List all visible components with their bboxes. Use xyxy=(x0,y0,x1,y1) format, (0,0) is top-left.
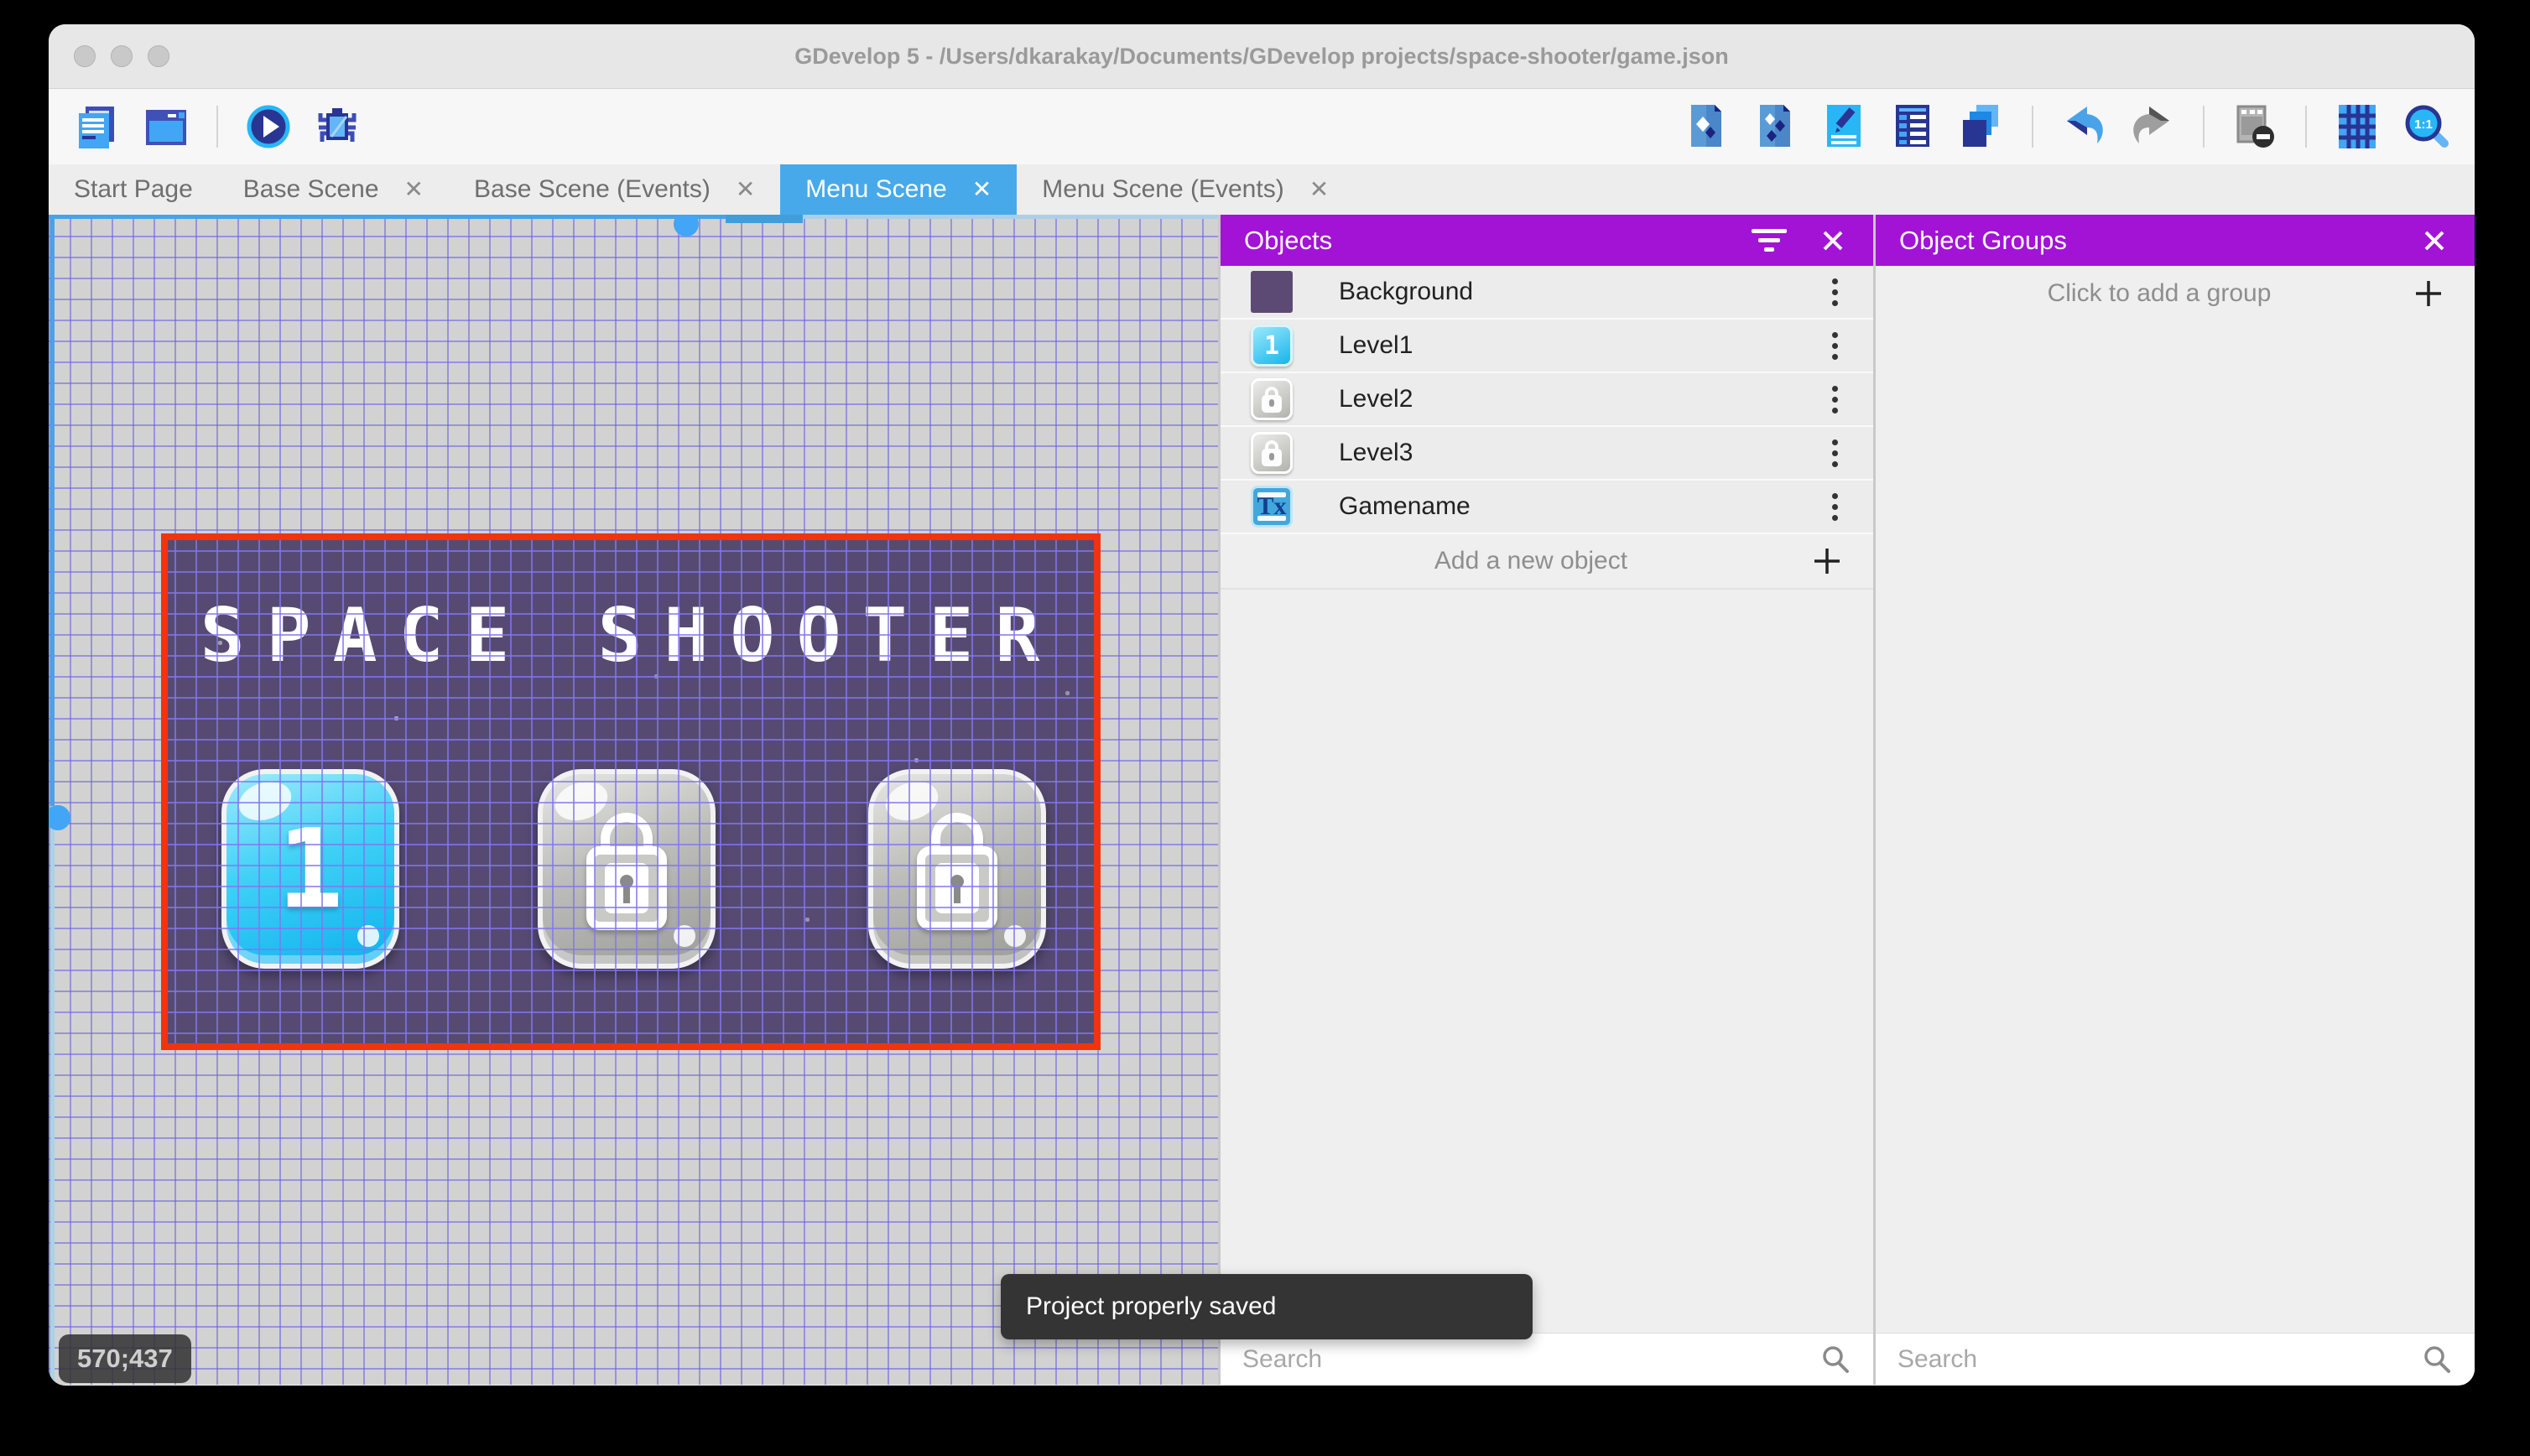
objects-panel: Objects Background 1 Level1 Level2 Level… xyxy=(1218,215,1873,1385)
object-row-background[interactable]: Background xyxy=(1221,266,1873,320)
close-panel-icon[interactable] xyxy=(2414,221,2455,261)
scene-selection-frame[interactable]: SPACE SHOOTER 1 xyxy=(161,533,1101,1050)
object-menu-icon[interactable] xyxy=(1827,327,1843,365)
tab-menu-scene-events[interactable]: Menu Scene (Events) ✕ xyxy=(1017,164,1354,215)
level1-button-instance[interactable]: 1 xyxy=(221,769,399,969)
add-object-icon[interactable] xyxy=(1683,103,1730,150)
tab-base-scene-events[interactable]: Base Scene (Events) ✕ xyxy=(449,164,780,215)
object-row-level1[interactable]: 1 Level1 xyxy=(1221,320,1873,373)
level2-button-instance[interactable] xyxy=(538,769,716,969)
object-groups-panel: Object Groups Click to add a group xyxy=(1873,215,2475,1385)
object-menu-icon[interactable] xyxy=(1827,381,1843,419)
horizontal-scroll-handle[interactable] xyxy=(674,215,699,237)
object-menu-icon[interactable] xyxy=(1827,488,1843,526)
minimize-window-button[interactable] xyxy=(111,45,133,67)
grid-icon[interactable] xyxy=(2334,103,2381,150)
level3-button-instance[interactable] xyxy=(868,769,1046,969)
add-group-row[interactable]: Click to add a group xyxy=(1876,266,2475,321)
background-object-icon xyxy=(1251,271,1293,313)
toast-message: Project properly saved xyxy=(1026,1292,1277,1320)
project-manager-icon[interactable] xyxy=(74,103,121,150)
object-menu-icon[interactable] xyxy=(1827,273,1843,311)
filter-icon[interactable] xyxy=(1749,221,1789,261)
close-tab-icon[interactable]: ✕ xyxy=(404,178,424,201)
groups-panel-empty-area xyxy=(1876,321,2475,1333)
vertical-scrollbar[interactable] xyxy=(49,215,70,1385)
groups-search-row xyxy=(1876,1333,2475,1385)
tab-base-scene[interactable]: Base Scene ✕ xyxy=(218,164,449,215)
tab-menu-scene[interactable]: Menu Scene ✕ xyxy=(780,164,1018,215)
objects-search-row xyxy=(1221,1333,1873,1385)
object-row-level3[interactable]: Level3 xyxy=(1221,427,1873,481)
text-object-icon: Tx xyxy=(1251,486,1293,528)
window-title: GDevelop 5 - /Users/dkarakay/Documents/G… xyxy=(794,43,1729,69)
redo-icon[interactable] xyxy=(2129,103,2176,150)
close-tab-icon[interactable]: ✕ xyxy=(972,178,992,201)
vertical-scroll-handle[interactable] xyxy=(49,805,70,830)
debug-icon[interactable] xyxy=(314,103,361,150)
toolbar-divider xyxy=(216,106,218,148)
object-menu-icon[interactable] xyxy=(1827,434,1843,472)
edit-scene-properties-icon[interactable] xyxy=(1820,103,1867,150)
gdevelop-window: GDevelop 5 - /Users/dkarakay/Documents/G… xyxy=(49,24,2475,1386)
undo-icon[interactable] xyxy=(2060,103,2107,150)
groups-panel-title: Object Groups xyxy=(1899,225,2067,255)
objects-search-input[interactable] xyxy=(1242,1344,1819,1374)
zoom-ratio-label: 1:1 xyxy=(2414,117,2433,132)
cursor-coordinates-badge: 570;437 xyxy=(59,1334,191,1383)
main-toolbar: 1:1 xyxy=(49,89,2475,164)
zoom-ratio-icon[interactable]: 1:1 xyxy=(2402,103,2449,150)
objects-panel-empty-area xyxy=(1221,590,1873,1333)
scene-editor-icon[interactable] xyxy=(143,103,190,150)
close-tab-icon[interactable]: ✕ xyxy=(736,178,755,201)
add-object-group-icon[interactable] xyxy=(1752,103,1799,150)
close-panel-icon[interactable] xyxy=(1813,221,1853,261)
save-toast: Project properly saved xyxy=(1001,1274,1533,1339)
add-object-row[interactable]: Add a new object xyxy=(1221,534,1873,590)
button-dot xyxy=(1004,925,1026,947)
content-row: SPACE SHOOTER 1 570;437 Objects Backgrou… xyxy=(49,215,2475,1385)
level1-button-icon: 1 xyxy=(1251,325,1293,367)
button-dot xyxy=(357,925,379,947)
locked-button-icon xyxy=(1251,432,1293,474)
groups-search-input[interactable] xyxy=(1898,1344,2421,1374)
tab-start-page[interactable]: Start Page xyxy=(49,164,218,215)
scene-canvas[interactable]: SPACE SHOOTER 1 570;437 xyxy=(49,215,1218,1385)
toolbar-divider xyxy=(2305,106,2307,148)
plus-icon[interactable] xyxy=(1811,545,1843,577)
toolbar-divider xyxy=(2203,106,2205,148)
object-row-gamename[interactable]: Tx Gamename xyxy=(1221,481,1873,534)
groups-panel-header: Object Groups xyxy=(1876,215,2475,266)
play-icon[interactable] xyxy=(245,103,292,150)
horizontal-scroll-thumb[interactable] xyxy=(726,215,803,223)
button-dot xyxy=(674,925,695,947)
locked-button-icon xyxy=(1251,378,1293,420)
tab-bar: Start Page Base Scene ✕ Base Scene (Even… xyxy=(49,164,2475,215)
object-row-level2[interactable]: Level2 xyxy=(1221,373,1873,427)
screenshot-stage: GDevelop 5 - /Users/dkarakay/Documents/G… xyxy=(0,0,2530,1456)
window-mask-icon[interactable] xyxy=(2231,103,2278,150)
toolbar-divider xyxy=(2032,106,2033,148)
close-window-button[interactable] xyxy=(74,45,96,67)
search-icon[interactable] xyxy=(2421,1344,2453,1375)
layers-editor-icon[interactable] xyxy=(1958,103,2005,150)
title-bar: GDevelop 5 - /Users/dkarakay/Documents/G… xyxy=(49,24,2475,89)
toolbar-left-group xyxy=(74,103,361,150)
horizontal-scrollbar[interactable] xyxy=(49,215,1218,237)
search-icon[interactable] xyxy=(1819,1344,1851,1375)
objects-panel-header: Objects xyxy=(1221,215,1873,266)
zoom-window-button[interactable] xyxy=(148,45,169,67)
toolbar-right-group: 1:1 xyxy=(1683,103,2449,150)
scene-game-title: SPACE SHOOTER xyxy=(200,592,1062,679)
close-tab-icon[interactable]: ✕ xyxy=(1309,178,1329,201)
objects-panel-title: Objects xyxy=(1244,225,1333,255)
instances-list-icon[interactable] xyxy=(1889,103,1936,150)
traffic-lights xyxy=(74,24,169,88)
plus-icon[interactable] xyxy=(2413,278,2444,309)
